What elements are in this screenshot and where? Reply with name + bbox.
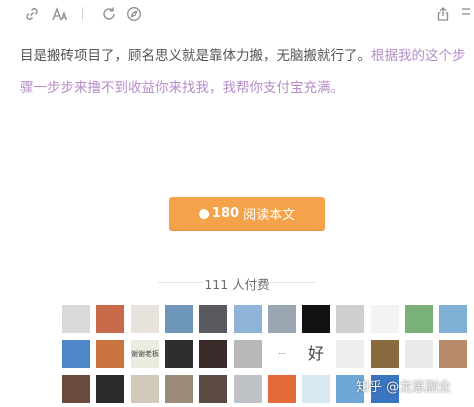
article-line-1: 目是搬砖项目了，顾名思义就是靠体力搬，无脑搬就行了。根据我的这个步 [20,40,474,72]
payers-count: 111 人付费 [204,277,270,292]
payer-avatar[interactable] [199,305,227,333]
payer-avatar[interactable] [439,305,467,333]
avatar-caption: 谢谢老板 [131,350,159,358]
coin-icon [197,206,211,221]
payer-avatar[interactable] [405,340,433,368]
avatar-caption: ··· [278,350,286,358]
payer-avatar[interactable] [96,375,124,403]
read-price: 180 [211,206,240,221]
reader-toolbar [0,0,474,30]
article-link-continued[interactable]: 骤一步步来撸不到收益你来找我，我帮你支付宝充满。 [20,80,344,96]
payer-avatar[interactable] [62,340,90,368]
payer-avatar[interactable] [62,305,90,333]
refresh-icon[interactable] [99,4,119,24]
payers-header: 111 人付费 [0,274,474,292]
payer-avatar[interactable] [268,375,296,403]
payer-avatar[interactable]: ··· [268,340,296,368]
font-size-icon[interactable] [50,4,70,24]
article-link[interactable]: 根据我的这个步 [371,48,466,64]
divider-right [270,282,316,283]
payer-avatar[interactable] [199,340,227,368]
article-text: 目是搬砖项目了，顾名思义就是靠体力搬，无脑搬就行了。 [20,48,371,64]
payer-avatar[interactable]: 好 [302,340,330,368]
payer-avatar[interactable] [62,375,90,403]
payer-avatar[interactable] [336,340,364,368]
payer-avatar[interactable] [96,305,124,333]
payer-avatar[interactable] [199,375,227,403]
payer-avatar[interactable]: 谢谢老板 [131,340,159,368]
payer-avatar[interactable] [268,305,296,333]
payer-avatar[interactable] [371,305,399,333]
payer-avatar[interactable] [302,305,330,333]
avatar-caption: 好 [307,344,324,363]
payer-avatar[interactable] [302,375,330,403]
payer-avatar[interactable] [234,340,262,368]
payer-avatar[interactable] [371,340,399,368]
payer-avatar[interactable] [131,375,159,403]
payer-avatar[interactable] [165,375,193,403]
payer-avatar[interactable] [336,305,364,333]
payer-avatar[interactable] [405,305,433,333]
compass-icon[interactable] [124,4,144,24]
payer-avatar[interactable] [439,340,467,368]
toolbar-divider [82,7,83,21]
link-icon[interactable] [22,4,42,24]
share-icon[interactable] [433,4,453,24]
article-body: 目是搬砖项目了，顾名思义就是靠体力搬，无脑搬就行了。根据我的这个步 骤一步步来撸… [20,40,474,104]
payer-avatar[interactable] [165,305,193,333]
read-article-button[interactable]: 180 阅读本文 [169,197,325,230]
payer-avatar[interactable] [131,305,159,333]
payer-avatar[interactable] [234,305,262,333]
watermark: 知乎 @龙崽副业 [356,380,452,395]
payer-avatar[interactable] [96,340,124,368]
payer-avatar[interactable] [165,340,193,368]
read-button-label: 阅读本文 [243,208,296,223]
payer-avatar[interactable] [234,375,262,403]
more-icon[interactable] [456,4,474,24]
article-line-2: 骤一步步来撸不到收益你来找我，我帮你支付宝充满。 [20,72,474,104]
